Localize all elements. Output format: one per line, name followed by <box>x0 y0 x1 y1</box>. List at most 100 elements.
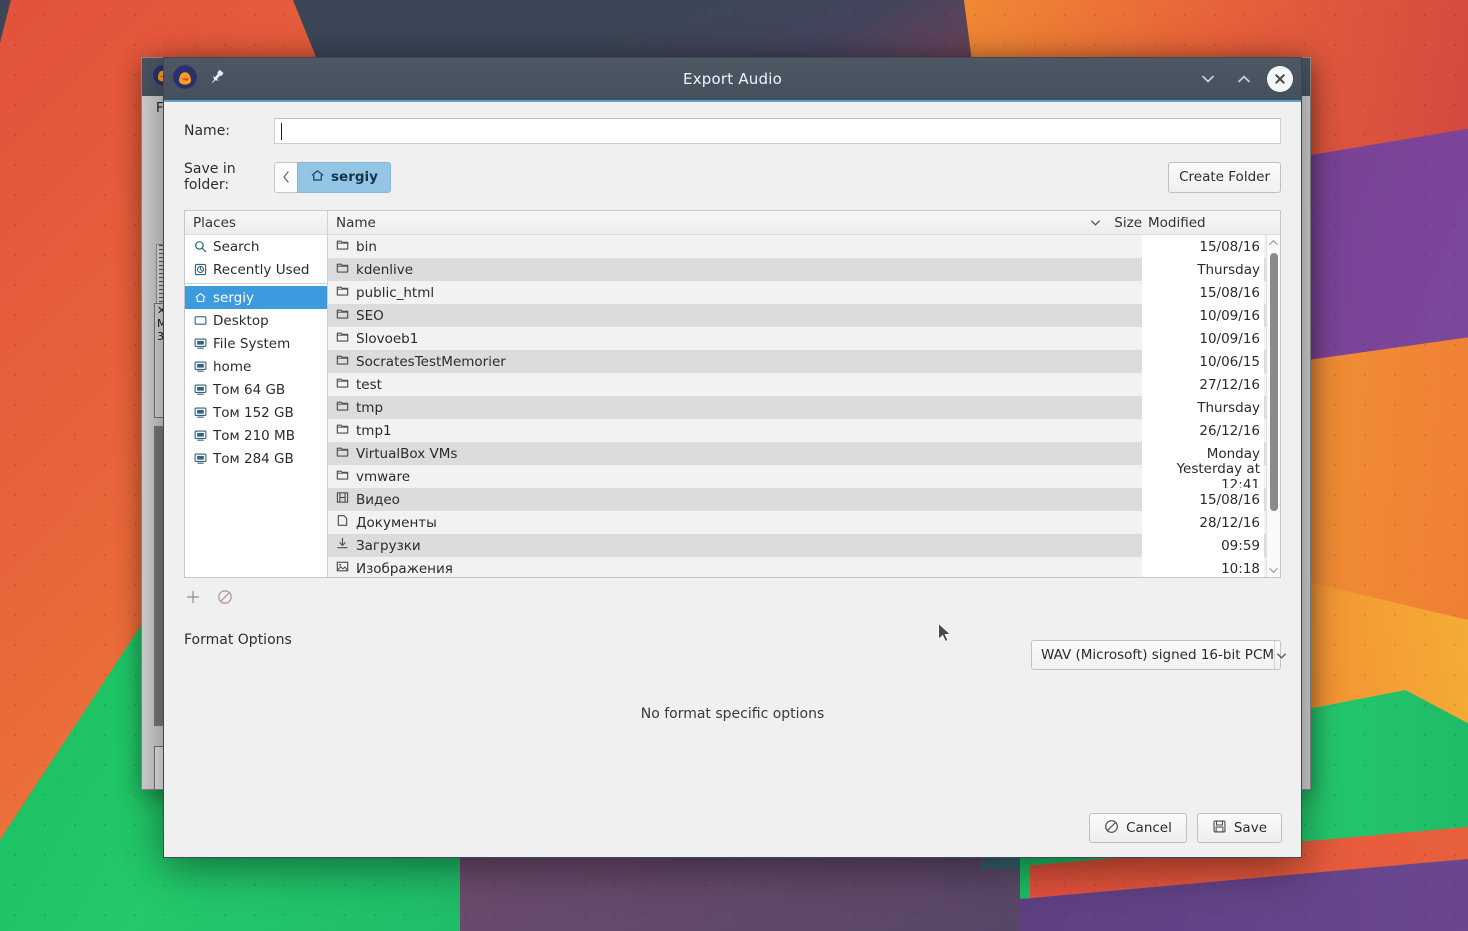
file-row-name-cell: tmp1 <box>328 422 1084 439</box>
table-row[interactable]: Загрузки 09:59 <box>328 534 1280 557</box>
place-item-recently-used[interactable]: Recently Used <box>185 258 327 281</box>
file-list-header: Name Size Modified <box>328 211 1280 235</box>
column-header-name[interactable]: Name <box>328 215 1084 231</box>
export-audio-dialog[interactable]: Export Audio Name: Save in folder: sergi… <box>163 57 1302 858</box>
table-row[interactable]: Видео 15/08/16 <box>328 488 1280 511</box>
file-row-name: VirtualBox VMs <box>356 445 458 462</box>
table-row[interactable]: bin 15/08/16 <box>328 235 1280 258</box>
place-item-sergiy[interactable]: sergiy <box>185 286 327 309</box>
chevron-down-icon[interactable] <box>1274 641 1288 669</box>
table-row[interactable]: SocratesTestMemorier 10/06/15 <box>328 350 1280 373</box>
recent-icon <box>193 263 207 276</box>
folder-icon <box>336 353 349 370</box>
scrollbar-track[interactable] <box>1267 249 1281 563</box>
file-row-name: SEO <box>356 307 384 324</box>
place-item-210-mb[interactable]: Том 210 MB <box>185 424 327 447</box>
cancel-button[interactable]: Cancel <box>1089 813 1187 843</box>
table-row[interactable]: VirtualBox VMs Monday <box>328 442 1280 465</box>
table-row[interactable]: Документы 28/12/16 <box>328 511 1280 534</box>
place-item-desktop[interactable]: Desktop <box>185 309 327 332</box>
file-row-modified: 10/06/15 <box>1142 350 1264 373</box>
file-row-name: tmp <box>356 399 384 416</box>
file-row-modified: 27/12/16 <box>1142 373 1264 396</box>
place-item-284-gb[interactable]: Том 284 GB <box>185 447 327 470</box>
place-item-search[interactable]: Search <box>185 235 327 258</box>
file-row-modified: 09:59 <box>1142 534 1264 557</box>
file-list-rows: bin 15/08/16 kdenlive Thursday public_html 15… <box>328 235 1280 577</box>
scroll-up-icon[interactable] <box>1268 235 1279 249</box>
cancel-icon <box>1104 819 1119 838</box>
table-row[interactable]: public_html 15/08/16 <box>328 281 1280 304</box>
place-item-64-gb[interactable]: Том 64 GB <box>185 378 327 401</box>
folder-icon <box>336 399 349 416</box>
file-row-name-cell: Загрузки <box>328 537 1084 554</box>
pin-icon[interactable] <box>208 68 226 90</box>
save-button[interactable]: Save <box>1196 813 1282 843</box>
file-row-name-cell: SocratesTestMemorier <box>328 353 1084 370</box>
file-row-modified: 15/08/16 <box>1142 235 1264 258</box>
maximize-button[interactable] <box>1231 66 1257 92</box>
column-header-size[interactable]: Size <box>1106 215 1142 231</box>
folder-icon <box>336 307 349 324</box>
place-item-home[interactable]: home <box>185 355 327 378</box>
dialog-titlebar[interactable]: Export Audio <box>164 58 1301 102</box>
plus-icon[interactable] <box>184 588 202 606</box>
drive-icon <box>193 406 207 419</box>
file-row-modified: 10/09/16 <box>1142 327 1264 350</box>
file-row-modified: 26/12/16 <box>1142 419 1264 442</box>
format-select-value: WAV (Microsoft) signed 16-bit PCM <box>1041 647 1275 663</box>
name-input[interactable] <box>274 118 1281 144</box>
file-row-modified: 28/12/16 <box>1142 511 1264 534</box>
folder-icon <box>336 468 349 485</box>
file-row-modified: 15/08/16 <box>1142 488 1264 511</box>
file-row-name-cell: SEO <box>328 307 1084 324</box>
table-row[interactable]: Slovoeb1 10/09/16 <box>328 327 1280 350</box>
create-folder-label: Create Folder <box>1179 169 1270 185</box>
table-row[interactable]: Изображения 10:18 <box>328 557 1280 577</box>
minimize-button[interactable] <box>1195 66 1221 92</box>
drive-icon <box>193 360 207 373</box>
path-crumb-sergiy[interactable]: sergiy <box>297 161 391 193</box>
file-row-modified: Thursday <box>1142 396 1264 419</box>
path-crumb-label: sergiy <box>331 169 378 185</box>
file-row-name-cell: Видео <box>328 491 1084 508</box>
place-item-label: home <box>213 358 252 375</box>
table-row[interactable]: test 27/12/16 <box>328 373 1280 396</box>
places-header: Places <box>185 211 327 235</box>
table-row[interactable]: tmp Thursday <box>328 396 1280 419</box>
file-list-scrollbar[interactable] <box>1266 235 1280 577</box>
create-folder-button[interactable]: Create Folder <box>1168 161 1281 193</box>
place-item-file-system[interactable]: File System <box>185 332 327 355</box>
file-row-modified: 10:18 <box>1142 557 1264 577</box>
file-row-name: vmware <box>356 468 411 485</box>
file-row-name-cell: Документы <box>328 514 1084 531</box>
folder-icon <box>336 330 349 347</box>
file-list[interactable]: Name Size Modified bin 15/08/16 kdenlive Th… <box>328 211 1280 577</box>
place-item-label: File System <box>213 335 291 352</box>
drive-icon <box>193 383 207 396</box>
chevron-down-icon[interactable] <box>1084 216 1106 229</box>
scroll-down-icon[interactable] <box>1268 563 1279 577</box>
table-row[interactable]: tmp1 26/12/16 <box>328 419 1280 442</box>
format-select[interactable]: WAV (Microsoft) signed 16-bit PCM <box>1031 640 1286 670</box>
file-row-name-cell: Изображения <box>328 560 1084 577</box>
scrollbar-thumb[interactable] <box>1269 253 1278 511</box>
table-row[interactable]: kdenlive Thursday <box>328 258 1280 281</box>
name-label: Name: <box>184 123 231 139</box>
place-item-152-gb[interactable]: Том 152 GB <box>185 401 327 424</box>
table-row[interactable]: SEO 10/09/16 <box>328 304 1280 327</box>
column-header-modified[interactable]: Modified <box>1142 215 1264 231</box>
no-entry-icon[interactable] <box>216 588 234 606</box>
file-row-name: Документы <box>356 514 437 531</box>
file-row-modified: Yesterday at 12:41 <box>1142 461 1264 493</box>
file-row-name-cell: tmp <box>328 399 1084 416</box>
close-button[interactable] <box>1267 66 1293 92</box>
drive-icon <box>193 337 207 350</box>
file-row-name: Slovoeb1 <box>356 330 419 347</box>
desktop-icon <box>193 314 207 327</box>
name-row: Name: <box>164 110 1301 152</box>
dialog-title: Export Audio <box>683 70 782 88</box>
path-back-button[interactable] <box>274 161 297 193</box>
table-row[interactable]: vmware Yesterday at 12:41 <box>328 461 1280 493</box>
place-item-label: Search <box>213 238 260 255</box>
